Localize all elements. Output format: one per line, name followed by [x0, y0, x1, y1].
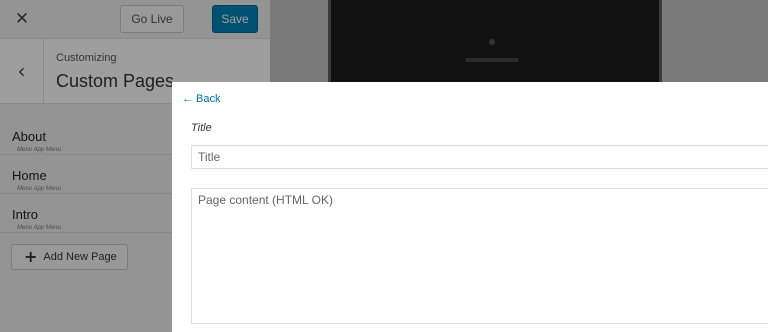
list-item-label: Intro	[12, 207, 39, 222]
list-item-label: Home	[12, 168, 47, 183]
camera-icon	[489, 39, 495, 45]
chevron-left-icon[interactable]: ‹	[0, 39, 44, 103]
back-link[interactable]: ← Back	[182, 93, 221, 105]
go-live-button[interactable]: Go Live	[120, 5, 184, 33]
list-item-sublabel: Menu App Menu	[17, 186, 61, 192]
breadcrumb: Customizing	[56, 52, 117, 64]
save-button[interactable]: Save	[212, 5, 258, 33]
close-icon[interactable]: ✕	[0, 0, 44, 38]
list-item-label: About	[12, 129, 46, 144]
page-edit-panel: ← Back Title	[172, 82, 768, 332]
title-input[interactable]	[191, 145, 768, 169]
section-title: Custom Pages	[56, 71, 175, 91]
list-item-sublabel: Menu App Menu	[17, 225, 61, 231]
title-label: Title	[191, 122, 212, 134]
page-content-textarea[interactable]	[191, 188, 768, 324]
list-item-sublabel: Menu App Menu	[17, 147, 61, 153]
add-new-page-label: Add New Page	[43, 251, 117, 263]
plus-icon: +	[24, 247, 38, 266]
customizer-topbar: ✕ Go Live Save	[0, 0, 270, 39]
add-new-page-button[interactable]: + Add New Page	[11, 244, 128, 270]
speaker-icon	[465, 58, 519, 62]
